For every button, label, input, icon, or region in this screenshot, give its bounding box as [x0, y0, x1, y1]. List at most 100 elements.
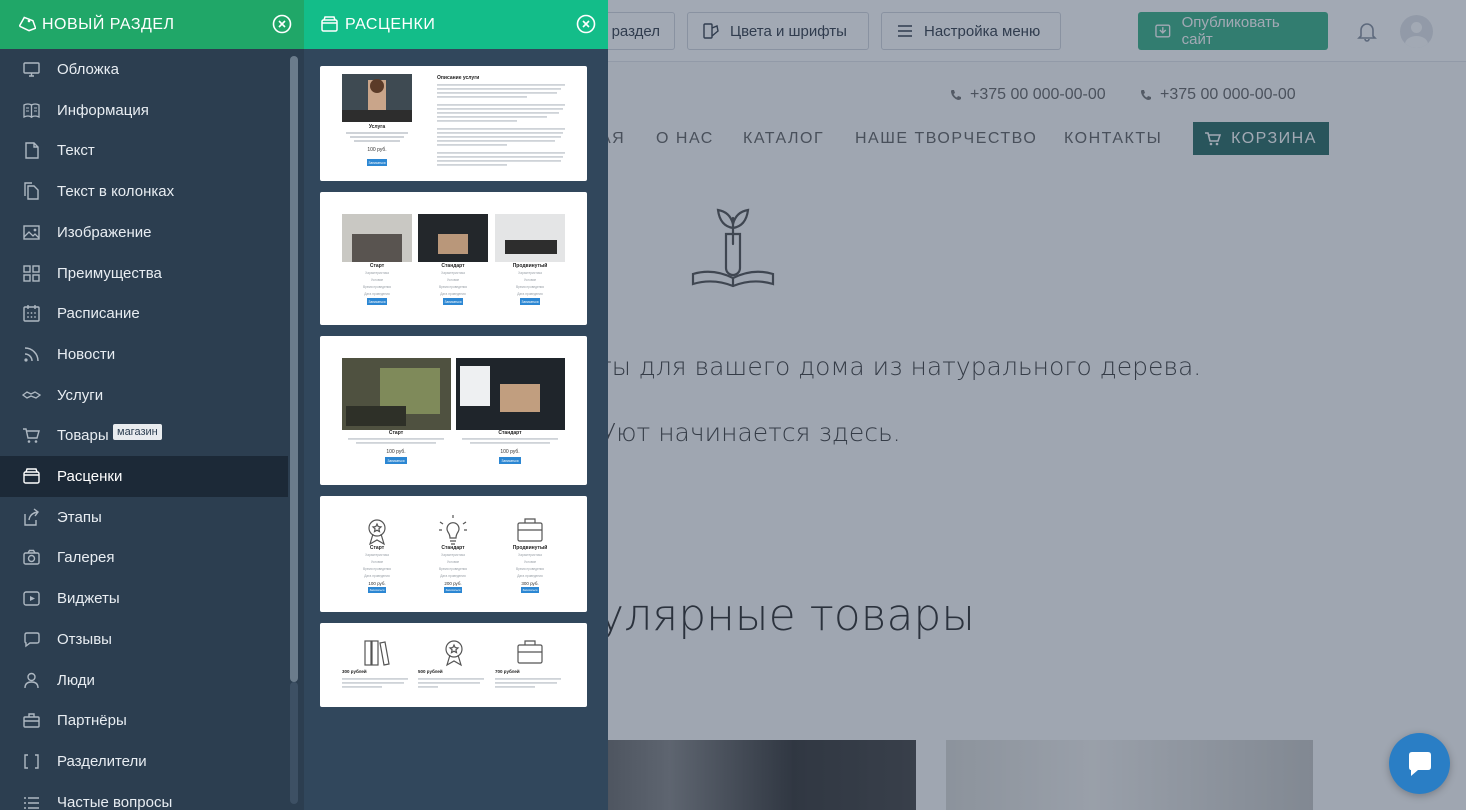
tpl-5-price-2: 500 рублей [418, 668, 443, 674]
svg-text:200 руб.: 200 руб. [444, 581, 461, 586]
chat-widget-button[interactable] [1389, 733, 1450, 794]
sidebar-item-chat-bubble[interactable]: Отзывы [0, 619, 288, 660]
sidebar-item-share[interactable]: Этапы [0, 497, 288, 538]
wallet-icon [23, 468, 40, 484]
svg-text:Старт: Старт [370, 545, 385, 551]
tpl-2-plan-3: Продвинутый [513, 262, 548, 269]
tpl-3-plan-2: Стандарт [498, 430, 522, 436]
svg-text:Дата проведения: Дата проведения [517, 574, 543, 578]
scrollbar-track[interactable] [290, 682, 298, 804]
list-icon [24, 797, 39, 809]
sidebar-item-grid[interactable]: Преимущества [0, 253, 288, 294]
sidebar-item-camera[interactable]: Галерея [0, 537, 288, 578]
svg-text:Условие: Условие [447, 278, 460, 282]
template-4-preview: Старт Стандарт Продвинутый Характеристик… [363, 515, 547, 593]
sidebar-item-label: Преимущества [57, 265, 162, 282]
close-icon[interactable] [272, 14, 292, 34]
pricing-title: РАСЦЕНКИ [345, 15, 436, 33]
tpl-3-plan-1: Старт [389, 430, 404, 436]
rss-icon [24, 347, 39, 362]
svg-text:Дата проведения: Дата проведения [517, 292, 543, 296]
tpl-1-service: Услуга [369, 124, 386, 130]
sidebar-item-handshake[interactable]: Услуги [0, 375, 288, 416]
svg-text:Дата проведения: Дата проведения [440, 292, 466, 296]
sidebar-item-documents[interactable]: Текст в колонках [0, 171, 288, 212]
template-2-preview: Старт Стандарт Продвинутый Характеристик… [342, 214, 565, 305]
sidebar-item-brackets[interactable]: Разделители [0, 741, 288, 782]
tpl-1-button: Записаться [369, 161, 386, 165]
sidebar-item-label: Частые вопросы [57, 794, 173, 810]
svg-text:Условие: Условие [371, 560, 384, 564]
svg-text:Дата проведения: Дата проведения [440, 574, 466, 578]
pricing-template-4[interactable]: Старт Стандарт Продвинутый Характеристик… [320, 496, 587, 612]
svg-text:300 руб.: 300 руб. [521, 581, 538, 586]
sidebar-item-label: Этапы [57, 509, 102, 526]
tpl-1-heading: Описание услуги [437, 75, 479, 81]
svg-text:Стандарт: Стандарт [441, 545, 465, 551]
svg-text:Дата проведения: Дата проведения [364, 292, 390, 296]
svg-text:Характеристика: Характеристика [365, 553, 389, 557]
scrollbar-thumb[interactable] [290, 56, 298, 682]
svg-text:Характеристика: Характеристика [441, 271, 465, 275]
sidebar-item-label: Расписание [57, 305, 140, 322]
tpl-2-plan-2: Стандарт [441, 263, 465, 269]
share-icon [24, 508, 39, 526]
svg-text:100 руб.: 100 руб. [500, 449, 519, 455]
pricing-template-1[interactable]: Услуга 100 руб. Записаться Описание услу… [320, 66, 587, 181]
sidebar-item-list[interactable]: Частые вопросы [0, 782, 288, 810]
chat-bubble-icon [24, 632, 40, 648]
sidebar-item-play[interactable]: Виджеты [0, 578, 288, 619]
svg-text:Характеристика: Характеристика [518, 271, 542, 275]
sidebar-item-label: Разделители [57, 753, 147, 770]
sidebar-item-label: Изображение [57, 224, 152, 241]
svg-text:Записаться: Записаться [370, 588, 385, 592]
person-icon [24, 672, 39, 689]
svg-text:Характеристика: Характеристика [365, 271, 389, 275]
svg-text:Записаться: Записаться [446, 588, 461, 592]
sidebar-item-monitor[interactable]: Обложка [0, 49, 288, 90]
brackets-icon [24, 754, 39, 769]
sidebar-item-document[interactable]: Текст [0, 130, 288, 171]
sidebar-item-label: Информация [57, 102, 149, 119]
svg-text:Записаться: Записаться [502, 459, 519, 463]
svg-text:Записаться: Записаться [523, 588, 538, 592]
svg-text:100 руб.: 100 руб. [368, 581, 385, 586]
pricing-header: РАСЦЕНКИ [304, 0, 608, 49]
shop-badge: магазин [113, 424, 162, 440]
tpl-2-plan-1: Старт [370, 263, 385, 269]
svg-text:Условие: Условие [524, 560, 537, 564]
svg-text:Условие: Условие [447, 560, 460, 564]
sidebar-item-label: Текст [57, 142, 95, 159]
cart-icon [23, 428, 40, 443]
document-icon [25, 142, 39, 159]
sidebar-item-person[interactable]: Люди [0, 660, 288, 701]
svg-text:Условие: Условие [371, 278, 384, 282]
sidebar-item-label: Люди [57, 672, 95, 689]
sidebar-item-wallet[interactable]: Расценки [0, 456, 288, 497]
pricing-template-3[interactable]: Старт Стандарт 100 руб. 100 руб. Записат… [320, 336, 587, 485]
calendar-icon [23, 305, 40, 322]
pricing-template-2[interactable]: Старт Стандарт Продвинутый Характеристик… [320, 192, 587, 325]
sidebar-item-rss[interactable]: Новости [0, 334, 288, 375]
svg-text:Характеристика: Характеристика [518, 553, 542, 557]
close-icon[interactable] [576, 14, 596, 34]
puzzle-icon [18, 16, 36, 32]
svg-text:Записаться: Записаться [445, 300, 462, 304]
sidebar-item-briefcase[interactable]: Партнёры [0, 700, 288, 741]
tpl-5-price-3: 700 рублей [495, 668, 520, 674]
handshake-icon [22, 391, 41, 399]
pricing-template-5[interactable]: 300 рублей 500 рублей 700 рублей [320, 623, 587, 707]
svg-text:Условие: Условие [524, 278, 537, 282]
sidebar-item-label: Обложка [57, 61, 119, 78]
sidebar-item-label: Услуги [57, 387, 104, 404]
grid-icon [23, 265, 40, 282]
sidebar-item-label: Новости [57, 346, 116, 363]
documents-icon [24, 182, 39, 200]
sidebar-item-label: Партнёры [57, 712, 127, 729]
template-5-preview: 300 рублей 500 рублей 700 рублей [342, 640, 561, 688]
sidebar-item-calendar[interactable]: Расписание [0, 293, 288, 334]
sidebar-item-label: Текст в колонках [57, 183, 175, 200]
book-icon [23, 103, 40, 119]
sidebar-item-book[interactable]: Информация [0, 90, 288, 131]
sidebar-item-image[interactable]: Изображение [0, 212, 288, 253]
